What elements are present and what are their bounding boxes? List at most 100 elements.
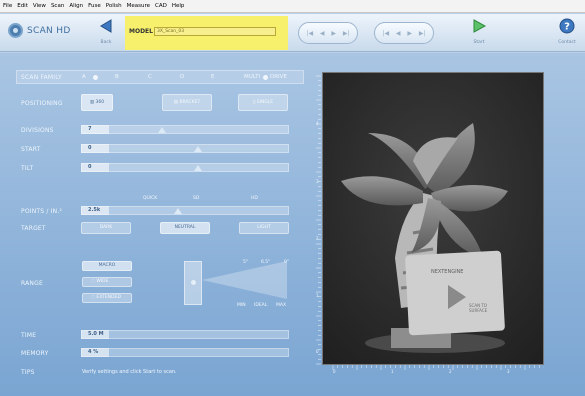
back-button[interactable]: Back — [91, 18, 121, 45]
family-a[interactable]: A — [82, 74, 86, 80]
drive-radio[interactable] — [263, 75, 268, 80]
drive-label: DRIVE — [270, 74, 287, 80]
range-macro-button[interactable]: MACRO — [82, 261, 132, 271]
back-arrow-icon — [100, 19, 112, 33]
range-wide-button[interactable]: ◌ WIDE — [82, 277, 132, 287]
vertical-ruler — [316, 75, 321, 365]
target-light-button[interactable]: LIGHT — [239, 222, 289, 234]
memory-bar — [81, 348, 289, 357]
tilt-slider[interactable] — [81, 163, 289, 172]
menu-edit[interactable]: Edit — [17, 3, 28, 9]
scan-family-label: SCAN FAMILY — [21, 74, 62, 81]
last-div-icon[interactable]: ▶| — [419, 30, 426, 37]
next-frame-icon[interactable]: ▶ — [331, 30, 336, 37]
target-dark-button[interactable]: DARK — [81, 222, 131, 234]
family-d[interactable]: D — [180, 74, 184, 80]
play-icon — [473, 19, 487, 33]
time-value: 5.0 M — [81, 330, 109, 339]
help-label: Contact — [558, 40, 576, 45]
divisions-label: DIVISIONS — [21, 127, 54, 134]
main-area: SCAN FAMILY A B C D E MULTI DRIVE POSITI… — [0, 53, 585, 396]
tips-label: TIPS — [21, 369, 35, 376]
tilt-value[interactable]: 0 — [81, 163, 109, 172]
svg-text:?: ? — [564, 22, 570, 33]
range-extended-button[interactable]: ◌ EXTENDED — [82, 293, 132, 303]
last-frame-icon[interactable]: ▶| — [343, 30, 350, 37]
points-slider-thumb[interactable] — [174, 208, 182, 214]
divisions-slider[interactable] — [81, 125, 289, 134]
menu-file[interactable]: File — [3, 3, 12, 9]
points-slider[interactable] — [81, 206, 289, 215]
help-button[interactable]: ? Contact — [556, 18, 578, 45]
prev-div-icon[interactable]: ◀ — [396, 30, 401, 37]
ruler-h-0: 0 — [333, 369, 336, 374]
family-c[interactable]: C — [148, 74, 152, 80]
quality-quick-label: QUICK — [143, 196, 158, 201]
first-frame-icon[interactable]: |◀ — [306, 30, 313, 37]
memory-label: MEMORY — [21, 350, 49, 357]
menu-fuse[interactable]: Fuse — [88, 3, 101, 9]
range-max-label: MAX — [276, 303, 287, 308]
divisions-value[interactable]: 7 — [81, 125, 109, 134]
range-extended-label: EXTENDED — [96, 295, 121, 300]
menu-scan[interactable]: Scan — [51, 3, 64, 9]
start-button[interactable]: Start — [464, 18, 494, 45]
ruler-v-4: 4 — [316, 121, 319, 126]
menu-measure[interactable]: Measure — [127, 3, 150, 9]
multi-label: MULTI — [244, 74, 261, 80]
ruler-h-1: 1 — [391, 369, 394, 374]
positioning-label: POSITIONING — [21, 100, 63, 107]
ruler-h-3: 3 — [507, 369, 510, 374]
start-value[interactable]: 0 — [81, 144, 109, 153]
target-label: TARGET — [21, 225, 46, 232]
menu-help[interactable]: Help — [172, 3, 185, 9]
family-e[interactable]: E — [211, 74, 214, 80]
help-icon: ? — [559, 18, 575, 34]
ruler-v-3: 3 — [316, 179, 319, 184]
model-label: MODEL — [129, 28, 153, 35]
positioning-single-button[interactable]: ▯ SINGLE — [238, 94, 288, 111]
menu-cad[interactable]: CAD — [155, 3, 167, 9]
range-ideal-label: IDEAL — [254, 303, 268, 308]
ruler-v-0: 0 — [316, 349, 319, 354]
next-div-icon[interactable]: ▶ — [407, 30, 412, 37]
start-label: START — [21, 146, 41, 153]
model-name-input[interactable]: 3X_Scan_03 — [154, 27, 276, 36]
scanner-icon — [184, 261, 202, 305]
menu-view[interactable]: View — [33, 3, 46, 9]
tips-text: Verify settings and click Start to scan. — [82, 369, 177, 375]
ruler-h-2: 2 — [449, 369, 452, 374]
positioning-bracket-button[interactable]: ▤ BRACKET — [162, 94, 212, 111]
scanner-lens-icon — [191, 280, 196, 285]
prev-frame-icon[interactable]: ◀ — [320, 30, 325, 37]
scan-settings-panel: SCAN FAMILY A B C D E MULTI DRIVE POSITI… — [14, 70, 304, 380]
quality-sd-label: SD — [193, 196, 200, 201]
points-label: POINTS / IN.² — [21, 208, 63, 215]
camera-preview[interactable]: NEXTENGINE SCAN TO SURFACE — [322, 72, 544, 365]
menu-polish[interactable]: Polish — [106, 3, 122, 9]
memory-value: 4 % — [81, 348, 109, 357]
card-brand-text: NEXTENGINE — [431, 269, 464, 275]
start-label: Start — [473, 40, 485, 45]
positioning-360-button[interactable]: ▥ 360 — [81, 94, 113, 111]
start-slider[interactable] — [81, 144, 289, 153]
frame-nav-group: |◀ ◀ ▶ ▶| — [298, 22, 358, 44]
quality-hd-label: HD — [251, 196, 258, 201]
range-label: RANGE — [21, 280, 43, 287]
target-neutral-button[interactable]: NEUTRAL — [160, 222, 210, 234]
menu-align[interactable]: Align — [69, 3, 83, 9]
range-wide-label: WIDE — [96, 279, 109, 284]
range-min-label: MIN — [237, 303, 246, 308]
family-a-radio[interactable] — [93, 75, 98, 80]
start-slider-thumb[interactable] — [194, 146, 202, 152]
time-bar — [81, 330, 289, 339]
first-div-icon[interactable]: |◀ — [382, 30, 389, 37]
menu-bar: File Edit View Scan Align Fuse Polish Me… — [0, 0, 585, 13]
tilt-slider-thumb[interactable] — [194, 165, 202, 171]
ruler-v-1: 1 — [316, 293, 319, 298]
family-b[interactable]: B — [115, 74, 119, 80]
toolbar: SCAN HD Back MODEL 3X_Scan_03 |◀ ◀ ▶ ▶| … — [0, 14, 585, 61]
points-value[interactable]: 2.5k — [81, 206, 109, 215]
card-caption-text: SCAN TO SURFACE — [469, 303, 488, 313]
divisions-slider-thumb[interactable] — [158, 127, 166, 133]
